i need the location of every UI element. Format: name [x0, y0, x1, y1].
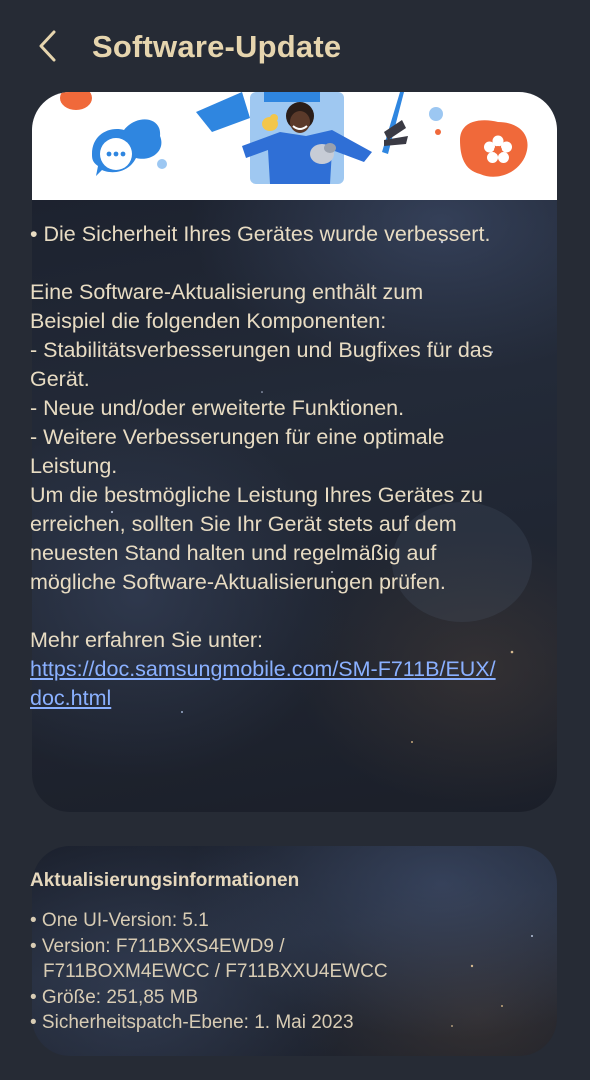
- update-size: • Größe: 251,85 MB: [30, 986, 199, 1008]
- page-title: Software-Update: [92, 29, 342, 64]
- documentation-link[interactable]: https://doc.samsungmobile.com/SM-F711B/E…: [30, 657, 496, 710]
- firmware-version: • Version: F711BXXS4EWD9 /: [30, 935, 285, 957]
- more-info-label: Mehr erfahren Sie unter:: [30, 628, 264, 652]
- component-item: - Weitere Verbesserungen für eine optima…: [30, 425, 445, 478]
- update-banner-illustration: [32, 92, 557, 200]
- flower-icon: [460, 120, 528, 177]
- one-ui-version: • One UI-Version: 5.1: [30, 910, 209, 931]
- orange-blob-icon: [60, 92, 92, 110]
- security-patch-level: • Sicherheitspatch-Ebene: 1. Mai 2023: [30, 1012, 354, 1033]
- components-intro: Eine Software-Aktualisierung enthält zum…: [30, 280, 424, 333]
- firmware-version-continued: F711BOXM4EWCC / F711BXXU4EWCC: [43, 961, 388, 982]
- security-note: • Die Sicherheit Ihres Gerätes wurde ver…: [30, 222, 491, 246]
- update-info-heading: Aktualisierungsinformationen: [30, 870, 300, 891]
- component-item: - Stabilitätsverbesserungen und Bugfixes…: [30, 338, 493, 391]
- update-info-list: • One UI-Version: 5.1 • Version: F711BXX…: [30, 908, 510, 1036]
- update-advice: Um die bestmögliche Leistung Ihres Gerät…: [30, 483, 483, 594]
- app-bar: Software-Update: [0, 0, 590, 92]
- back-button[interactable]: [26, 24, 70, 68]
- chevron-left-icon: [39, 30, 56, 62]
- release-notes-text: • Die Sicherheit Ihres Gerätes wurde ver…: [30, 220, 500, 713]
- person-illustration: [196, 92, 408, 184]
- chat-bubble-icon: [92, 119, 162, 176]
- component-item: - Neue und/oder erweiterte Funktionen.: [30, 396, 405, 420]
